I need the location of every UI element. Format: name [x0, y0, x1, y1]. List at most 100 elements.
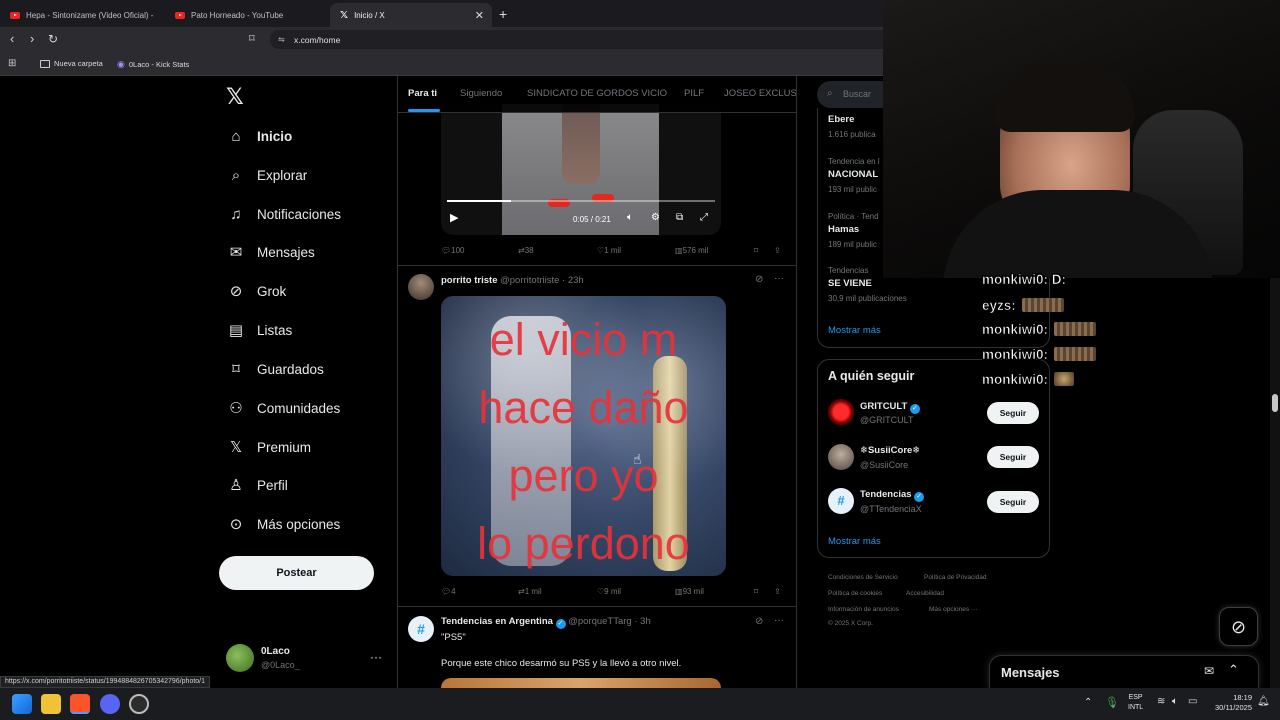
like-button[interactable]: ♡ 9 mil — [597, 587, 621, 596]
nav-explorar[interactable]: ⌕ Explorar — [227, 164, 307, 186]
nav-grok[interactable]: ⊘ Grok — [227, 280, 287, 302]
grok-float-button[interactable]: ⊘ — [1219, 607, 1258, 646]
volume-icon[interactable]: 🔈︎ — [627, 212, 633, 223]
trend-name[interactable]: SE VIENE — [828, 278, 872, 289]
apps-grid-icon[interactable]: ⊞ — [8, 58, 16, 69]
tab-joseo[interactable]: JOSEO EXCLUSIV — [724, 88, 796, 99]
share-icon[interactable]: ⇪ — [774, 246, 781, 255]
author-name[interactable]: porrito triste — [441, 275, 497, 286]
messages-drawer[interactable]: Mensajes ✉ ⌃ — [989, 655, 1259, 688]
trend-name[interactable]: Hamas — [828, 224, 859, 235]
new-message-icon[interactable]: ✉ — [1204, 664, 1214, 678]
grok-analyze-icon[interactable]: ⊘ — [755, 274, 763, 285]
footer-link[interactable]: Política de Privacidad — [924, 574, 987, 581]
tab-siguiendo[interactable]: Siguiendo — [460, 88, 502, 99]
close-tab-icon[interactable]: ✕ — [475, 9, 484, 22]
reply-button[interactable]: 💬︎ 100 — [441, 246, 465, 255]
profile-name[interactable]: 0Laco — [261, 646, 290, 657]
footer-link[interactable]: Información de anuncios — [828, 606, 899, 613]
expand-drawer-icon[interactable]: ⌃ — [1228, 662, 1239, 678]
show-hidden-icons[interactable]: ⌃ — [1084, 697, 1092, 708]
reply-button[interactable]: 💬︎ 4 — [441, 587, 456, 596]
show-more-trends-link[interactable]: Mostrar más — [828, 325, 881, 336]
trend-name[interactable]: Ebere — [828, 114, 854, 125]
repost-button[interactable]: ⇄ 1 mil — [518, 587, 542, 596]
follow-suggestion-name[interactable]: Tendencias ✓ — [860, 489, 925, 502]
fullscreen-icon[interactable]: ⤢ — [700, 212, 708, 223]
nav-notificaciones[interactable]: ♫ Notificaciones — [227, 203, 341, 225]
battery-icon[interactable]: ▭ — [1188, 696, 1197, 707]
avatar[interactable]: # — [828, 488, 854, 514]
settings-icon[interactable]: ⚙ — [651, 212, 660, 223]
nav-inicio[interactable]: ⌂ Inicio — [227, 125, 292, 147]
browser-tab-pato[interactable]: Pato Horneado - YouTube — [165, 3, 330, 27]
video-progress-track[interactable] — [447, 200, 715, 202]
obs-icon[interactable] — [129, 694, 149, 714]
post-button[interactable]: Postear — [219, 556, 374, 590]
post-image[interactable] — [441, 678, 721, 688]
scrollbar-thumb[interactable] — [1272, 394, 1278, 412]
follow-suggestion-name[interactable]: ❄SusiiCore❄ — [860, 445, 920, 456]
pip-icon[interactable]: ⧉ — [676, 212, 683, 223]
grok-analyze-icon[interactable]: ⊘ — [755, 616, 763, 627]
avatar[interactable] — [408, 274, 434, 300]
new-tab-button[interactable]: + — [499, 6, 507, 22]
video-player[interactable]: ▶ 0:05 / 0:21 🔈︎ ⚙ ⧉ ⤢ — [441, 104, 721, 235]
author-name[interactable]: Tendencias en Argentina — [441, 616, 553, 627]
views-button[interactable]: ▥ 93 mil — [675, 587, 704, 596]
follow-suggestion-name[interactable]: GRITCULT ✓ — [860, 401, 920, 414]
nav-listas[interactable]: ▤ Listas — [227, 319, 292, 341]
profile-avatar[interactable] — [226, 644, 254, 672]
account-menu-icon[interactable]: ··· — [370, 650, 382, 664]
post-image[interactable]: el vicio m hace daño pero yo lo perdono … — [441, 296, 726, 576]
repost-button[interactable]: ⇄ 38 — [518, 246, 534, 255]
bookmark-kick-stats[interactable]: ◉ 0Laco - Kick Stats — [117, 59, 189, 70]
clock[interactable]: 18:19 30/11/2025 — [1206, 693, 1252, 713]
more-icon[interactable]: ··· — [774, 273, 784, 284]
wifi-icon[interactable]: ≋ — [1157, 696, 1165, 707]
nav-perfil[interactable]: ♙ Perfil — [227, 474, 288, 496]
nav-mas-opciones[interactable]: ⊙ Más opciones — [227, 513, 341, 535]
x-logo-icon[interactable]: 𝕏 — [226, 84, 244, 110]
volume-icon[interactable]: 🔈︎ — [1172, 696, 1178, 707]
tab-para-ti[interactable]: Para ti — [408, 88, 437, 99]
address-bar[interactable]: ⇋ x.com/home — [270, 30, 883, 49]
bookmark-icon[interactable]: ⌑ — [754, 246, 758, 255]
site-info-icon[interactable]: ⇋ — [278, 35, 285, 44]
footer-link[interactable]: Condiciones de Servicio — [828, 574, 898, 581]
author-handle[interactable]: @porqueTTarg — [568, 616, 632, 627]
footer-link[interactable]: Más opciones ··· — [929, 606, 977, 613]
language-indicator[interactable]: ESP INTL — [1128, 693, 1143, 713]
browser-tab-hepa[interactable]: Hepa - Sintonizame (Video Oficial) - — [0, 3, 165, 27]
views-button[interactable]: ▥ 576 mil — [675, 246, 708, 255]
follow-button[interactable]: Seguir — [987, 402, 1039, 424]
more-icon[interactable]: ··· — [774, 615, 784, 626]
footer-link[interactable]: Accesibilidad — [906, 590, 944, 597]
nav-guardados[interactable]: ⌑ Guardados — [227, 358, 324, 380]
notification-bell-icon[interactable]: 🔔︎ — [1257, 696, 1270, 707]
back-button[interactable]: ‹ — [10, 32, 14, 46]
forward-button[interactable]: › — [30, 32, 34, 46]
browser-tab-x[interactable]: 𝕏 Inicio / X ✕ — [330, 3, 492, 27]
reload-button[interactable]: ↻ — [48, 32, 58, 46]
microphone-icon[interactable]: 🎙︎ — [1105, 696, 1119, 709]
tab-pilf[interactable]: PILF — [684, 88, 704, 99]
author-handle[interactable]: @porritotriiste — [500, 275, 559, 286]
brave-browser-icon[interactable] — [70, 694, 90, 714]
follow-button[interactable]: Seguir — [987, 491, 1039, 513]
play-icon[interactable]: ▶ — [450, 211, 458, 224]
trend-name[interactable]: NACIONAL — [828, 169, 878, 180]
nav-mensajes[interactable]: ✉ Mensajes — [227, 241, 315, 263]
tab-sindicato[interactable]: SINDICATO DE GORDOS VICIO — [527, 88, 667, 99]
bookmark-icon[interactable]: ⌑ — [754, 587, 758, 596]
post-time[interactable]: · 23h — [562, 275, 584, 286]
like-button[interactable]: ♡ 1 mil — [597, 246, 621, 255]
file-explorer-icon[interactable] — [41, 694, 61, 714]
footer-link[interactable]: Política de cookies — [828, 590, 882, 597]
page-scrollbar[interactable] — [1270, 278, 1280, 688]
avatar[interactable] — [828, 444, 854, 470]
nav-premium[interactable]: 𝕏 Premium — [227, 436, 311, 458]
search-input[interactable]: ⌕ Buscar — [817, 81, 887, 108]
avatar[interactable]: # — [408, 616, 434, 642]
share-icon[interactable]: ⇪ — [774, 587, 781, 596]
